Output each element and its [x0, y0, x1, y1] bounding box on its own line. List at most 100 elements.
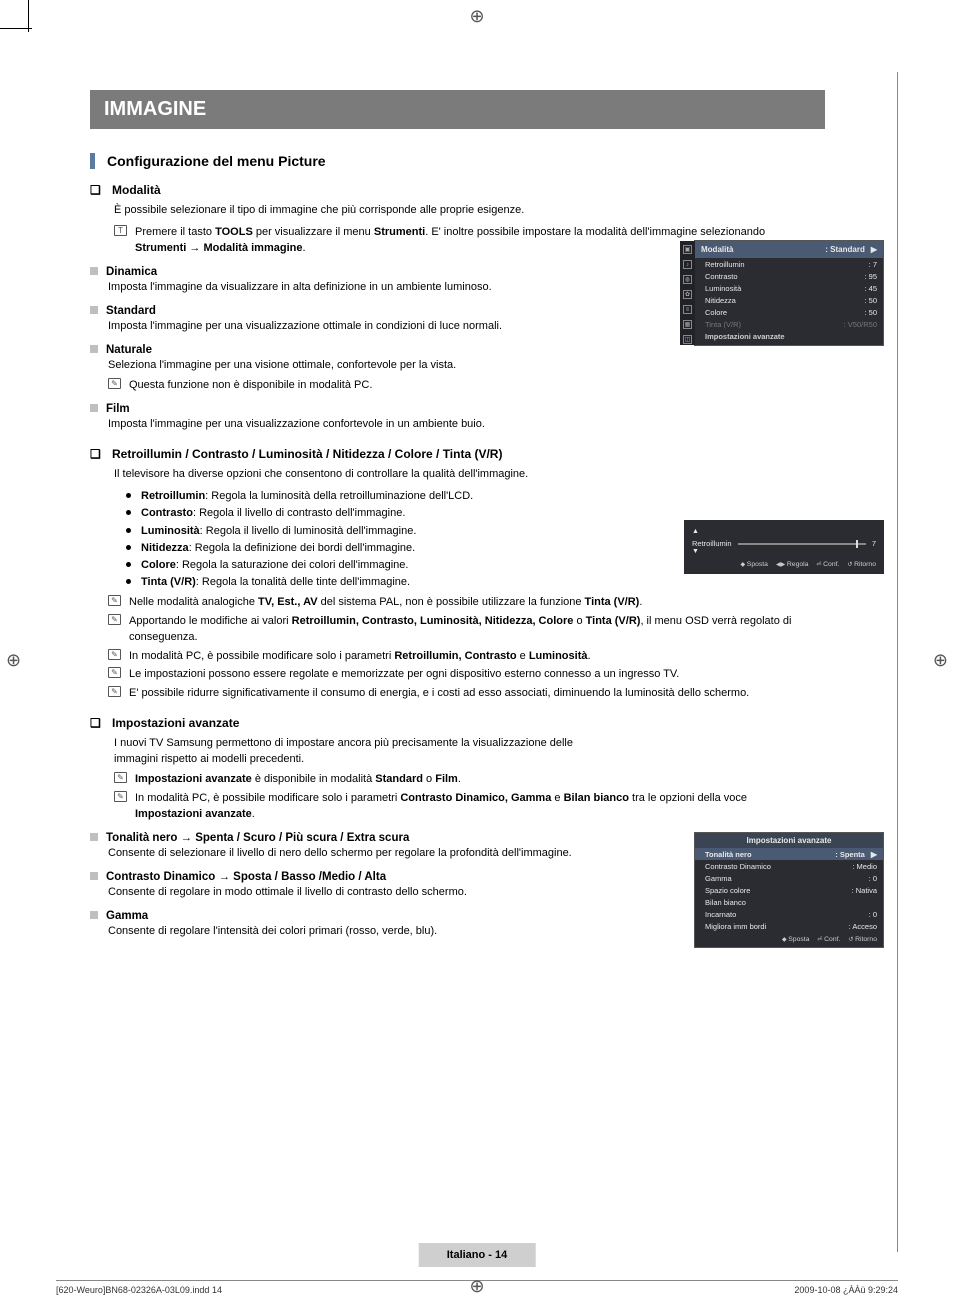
body-text: Contrasto: Regola il livello di contrast…	[141, 505, 405, 522]
bullet-dot-icon	[126, 562, 131, 567]
osd-row-value: : 7	[869, 260, 877, 269]
help-item: Conf.	[817, 936, 840, 943]
item-label: Film	[106, 403, 130, 415]
osd-row: Nitidezza : 50	[695, 294, 883, 306]
body-text: Imposta l'immagine per una visualizzazio…	[108, 417, 810, 433]
osd-row-label: Retroillumin	[705, 260, 745, 269]
osd-row: Migliora imm bordi : Acceso	[695, 920, 883, 932]
bullet-item: Retroillumin: Regola la luminosità della…	[126, 488, 810, 505]
slider-thumb	[856, 540, 858, 548]
item-label: Contrasto Dinamico → Sposta / Basso /Med…	[106, 871, 386, 883]
note: ✎E' possibile ridurre significativamente…	[108, 686, 810, 702]
bullet-dot-icon	[126, 528, 131, 533]
osd-row-value: : 50	[864, 308, 877, 317]
note: ✎Nelle modalità analogiche TV, Est., AV …	[108, 595, 810, 611]
osd-row-label: Tinta (V/R)	[705, 320, 741, 329]
osd-row: Retroillumin : 7	[695, 258, 883, 270]
help-item: Ritorno	[848, 936, 877, 943]
osd-row-value: : 95	[864, 272, 877, 281]
osd-row-value: : Spenta	[835, 850, 865, 859]
osd-row-label: Contrasto	[705, 272, 738, 281]
page-number-badge: Italiano - 14	[419, 1243, 536, 1267]
nav-arrow-down-icon: ▼	[692, 548, 876, 555]
note-icon: ✎	[108, 378, 121, 389]
osd-row-label: Nitidezza	[705, 296, 736, 305]
item-label: Dinamica	[106, 266, 157, 278]
square-bullet-icon	[90, 911, 98, 919]
body-text: Retroillumin: Regola la luminosità della…	[141, 488, 473, 505]
osd-row: Bilan bianco	[695, 896, 883, 908]
channel-icon: ◍	[683, 275, 692, 284]
osd-row: Tinta (V/R) : V50/R50	[695, 318, 883, 330]
note-icon: ✎	[108, 667, 121, 678]
bullet-dot-icon	[126, 579, 131, 584]
body-text: Le impostazioni possono essere regolate …	[129, 667, 810, 683]
subsection-heading-text: Modalità	[112, 183, 161, 197]
slider-value: 7	[872, 539, 876, 548]
picture-icon: ▣	[683, 245, 692, 254]
body-text: Colore: Regola la saturazione dei colori…	[141, 557, 408, 574]
body-text: I nuovi TV Samsung permettono di imposta…	[114, 736, 614, 768]
body-text: Seleziona l'immagine per una visione ott…	[108, 358, 810, 374]
osd-row-value: : 0	[869, 874, 877, 883]
body-text: Nelle modalità analogiche TV, Est., AV d…	[129, 595, 810, 611]
item-label: Standard	[106, 305, 156, 317]
help-item: Conf.	[816, 561, 839, 568]
osd-panel-title: Impostazioni avanzate	[695, 833, 883, 848]
app-icon: ▦	[683, 320, 692, 329]
osd-row: Spazio colore: Nativa	[695, 884, 883, 896]
list-marker-icon: ❏	[90, 716, 104, 730]
osd-row: Impostazioni avanzate	[695, 330, 883, 345]
body-text: In modalità PC, è possibile modificare s…	[129, 649, 810, 665]
osd-row-label: Tonalità nero	[705, 850, 752, 859]
subsection-heading: ❏ Impostazioni avanzate	[90, 716, 810, 730]
body-text: Luminosità: Regola il livello di luminos…	[141, 523, 416, 540]
slider-track	[738, 543, 866, 545]
osd-menu-immagine: ▣ ♪ ◍ ✿ ≡ ▦ ◫ Modalità : Standard ▶ Retr…	[694, 240, 884, 346]
osd-row-label: Colore	[705, 308, 727, 317]
osd-row-label: Migliora imm bordi	[705, 922, 766, 931]
list-item: Film	[90, 402, 810, 415]
osd-row-label: Luminosità	[705, 284, 741, 293]
chevron-right-icon: ▶	[871, 850, 877, 859]
chevron-right-icon: ▶	[871, 245, 877, 254]
osd-row-label: Gamma	[705, 874, 732, 883]
osd-row-label: Spazio colore	[705, 886, 750, 895]
osd-row-value: : Medio	[852, 862, 877, 871]
support-icon: ◫	[683, 335, 692, 344]
osd-row-value: : V50/R50	[844, 320, 877, 329]
note-icon: ✎	[114, 791, 127, 802]
body-text: Impostazioni avanzate è disponibile in m…	[135, 772, 810, 788]
osd-row: Gamma : 0	[695, 872, 883, 884]
square-bullet-icon	[90, 306, 98, 314]
help-item: Sposta	[741, 561, 768, 568]
osd-row: Contrasto Dinamico: Medio	[695, 860, 883, 872]
sound-icon: ♪	[683, 260, 692, 269]
osd-row-value: : 45	[864, 284, 877, 293]
osd-row: Contrasto : 95	[695, 270, 883, 282]
list-marker-icon: ❏	[90, 447, 104, 461]
osd-row: Luminosità : 45	[695, 282, 883, 294]
osd-header: Modalità : Standard ▶	[695, 241, 883, 258]
input-icon: ≡	[683, 305, 692, 314]
note-icon: ✎	[108, 686, 121, 697]
list-marker-icon: ❏	[90, 183, 104, 197]
square-bullet-icon	[90, 404, 98, 412]
osd-row-value: : Acceso	[849, 922, 877, 931]
body-text: È possibile selezionare il tipo di immag…	[114, 203, 810, 219]
osd-header-value: : Standard	[825, 245, 865, 254]
body-text: Nitidezza: Regola la definizione dei bor…	[141, 540, 415, 557]
bullet-item: Tinta (V/R): Regola la tonalità delle ti…	[126, 574, 810, 591]
note: ✎Apportando le modifiche ai valori Retro…	[108, 614, 810, 646]
body-text: Apportando le modifiche ai valori Retroi…	[129, 614, 810, 646]
bullet-dot-icon	[126, 545, 131, 550]
note: ✎In modalità PC, è possibile modificare …	[108, 649, 810, 665]
osd-help-bar: Sposta Conf. Ritorno	[695, 932, 883, 947]
doc-footer-left: [620-Weuro]BN68-02326A-03L09.indd 14	[56, 1285, 222, 1295]
setup-icon: ✿	[683, 290, 692, 299]
section-title-bar: IMMAGINE	[90, 90, 825, 129]
help-item: Regola	[776, 561, 808, 568]
bullet-dot-icon	[126, 510, 131, 515]
osd-row-label: Incarnato	[705, 910, 736, 919]
osd-row-value: : 50	[864, 296, 877, 305]
